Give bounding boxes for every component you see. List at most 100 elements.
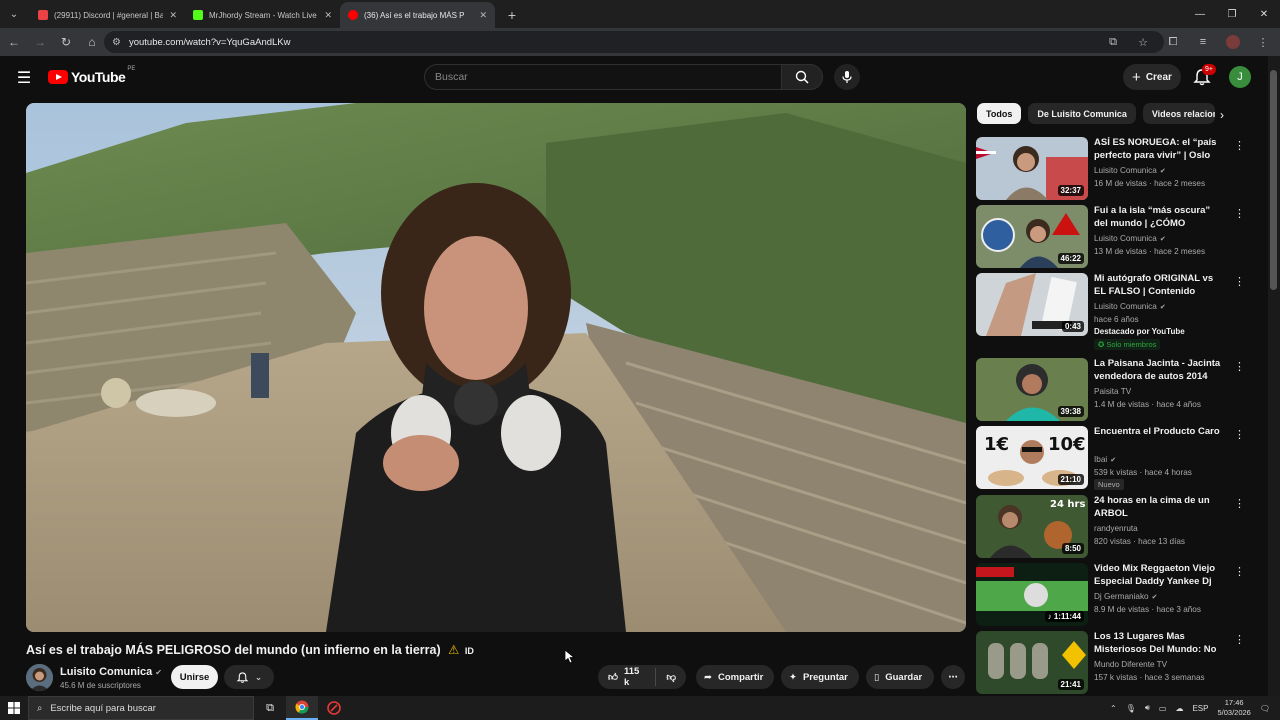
chip-from-channel[interactable]: De Luisito Comunica [1028,103,1136,124]
recommendation-channel[interactable]: Mundo Diferente TV [1094,660,1167,669]
cloud-icon[interactable]: ☁ [1175,704,1183,713]
video-player[interactable] [26,103,966,632]
search-input[interactable]: Buscar [424,64,782,90]
recommendation-item[interactable]: ♪ 1:11:44 Video Mix Reggaeton Viejo Espe… [976,563,1246,627]
clock[interactable]: 17:46 5/03/2026 [1217,698,1250,718]
more-vertical-icon[interactable]: ⋮ [1234,565,1245,578]
more-vertical-icon[interactable]: ⋮ [1234,428,1245,441]
recommendation-item[interactable]: 46:22 Fui a la isla “más oscura” del mun… [976,205,1246,269]
browser-menu-icon[interactable]: ⋮ [1252,31,1274,53]
save-label: Guardar [885,671,923,683]
subscription-bell-button[interactable]: ⌄ [224,665,274,689]
recommendation-item[interactable]: 24 hrs 8:50 24 horas en la cima de un AR… [976,495,1246,559]
more-vertical-icon[interactable]: ⋮ [1234,207,1245,220]
recommendation-title[interactable]: ASÍ ES NORUEGA: el “país perfecto para v… [1094,137,1222,162]
chip-all[interactable]: Todos [977,103,1022,124]
install-app-icon[interactable]: ⧉ [1102,31,1124,53]
recommendation-channel[interactable]: Luisito Comunica ✔ [1094,166,1166,175]
recommendation-channel[interactable]: Luisito Comunica ✔ [1094,234,1166,243]
chrome-taskbar-icon[interactable] [286,696,318,720]
recommendation-channel[interactable]: randyenruta [1094,524,1138,533]
back-icon[interactable]: ← [2,30,26,54]
account-avatar[interactable]: J [1229,66,1251,88]
channel-avatar[interactable] [26,664,53,691]
recommendation-channel[interactable]: Luisito Comunica ✔ [1094,302,1166,311]
notifications-icon[interactable]: 🗨︎ [1260,704,1270,713]
close-tab-icon[interactable]: ✕ [169,10,177,21]
close-tab-icon[interactable]: ✕ [324,10,332,21]
browser-tab-kick[interactable]: MrJhordy Stream - Watch Live ✕ [185,2,340,28]
scrollbar-thumb[interactable] [1270,70,1277,290]
share-button[interactable]: ➦ Compartir [696,665,774,689]
recommendation-item[interactable]: 32:37 ASÍ ES NORUEGA: el “país perfecto … [976,137,1246,201]
new-tab-button[interactable]: + [501,4,523,26]
more-vertical-icon[interactable]: ⋮ [1234,633,1245,646]
site-info-icon[interactable]: ⚙ [112,37,121,48]
recommendation-title[interactable]: Encuentra el Producto Caro [1094,426,1222,439]
video-thumbnail[interactable]: 39:38 [976,358,1088,421]
recommendation-item[interactable]: 0:43 Mi autógrafo ORIGINAL vs EL FALSO |… [976,273,1246,353]
bookmark-star-icon[interactable]: ☆ [1132,31,1154,53]
video-thumbnail[interactable]: ♪ 1:11:44 [976,563,1088,626]
recommendation-title[interactable]: 24 horas en la cima de un ARBOL [1094,495,1222,520]
hamburger-menu-icon[interactable]: ☰ [14,68,34,88]
video-thumbnail[interactable]: 24 hrs 8:50 [976,495,1088,558]
recommendation-title[interactable]: Video Mix Reggaeton Viejo Especial Daddy… [1094,563,1222,588]
recommendation-title[interactable]: Los 13 Lugares Mas Misteriosos Del Mundo… [1094,631,1222,656]
search-button[interactable] [781,64,823,90]
video-thumbnail[interactable]: 0:43 [976,273,1088,336]
home-icon[interactable]: ⌂ [80,30,104,54]
browser-tab-youtube[interactable]: (36) Así es el trabajo MÁS P ✕ [340,2,495,28]
like-button[interactable]: 👍︎ 115 k [598,666,657,688]
more-vertical-icon[interactable]: ⋮ [1234,360,1245,373]
recommendation-title[interactable]: Fui a la isla “más oscura” del mundo | ¿… [1094,205,1222,230]
join-button[interactable]: Unirse [171,665,218,689]
task-view-icon[interactable]: ⧉ [254,696,286,720]
channel-name[interactable]: Luisito Comunica ✔ [60,666,162,678]
recommendation-item[interactable]: 21:41 Los 13 Lugares Mas Misteriosos Del… [976,631,1246,695]
microphone-tray-icon[interactable]: 🎙︎ [1126,704,1136,713]
reading-list-icon[interactable]: ≡ [1192,31,1214,53]
save-button[interactable]: ▯ Guardar [866,665,934,689]
recommendation-channel[interactable]: Ibai ✔ [1094,455,1116,464]
network-icon[interactable]: ▭ [1159,704,1167,713]
extensions-icon[interactable]: ⧠ [1162,31,1184,53]
taskbar-search-input[interactable]: ⌕ Escribe aquí para buscar [28,696,254,720]
more-vertical-icon[interactable]: ⋮ [1234,139,1245,152]
youtube-logo[interactable]: YouTube PE [48,66,135,85]
more-vertical-icon[interactable]: ⋮ [1234,275,1245,288]
close-window-icon[interactable]: ✕ [1248,0,1280,28]
forward-icon[interactable]: → [28,30,52,54]
chip-related[interactable]: Videos relacionados [1142,103,1215,124]
recommendation-item[interactable]: 1€ 10€ 21:10 Encuentra el Producto Caro I… [976,426,1246,490]
video-thumbnail[interactable]: 21:41 [976,631,1088,694]
profile-icon[interactable] [1222,31,1244,53]
tab-search-button[interactable]: ⌄ [4,4,24,24]
recommendation-title[interactable]: Mi autógrafo ORIGINAL vs EL FALSO | Cont… [1094,273,1222,298]
close-tab-icon[interactable]: ✕ [479,10,487,21]
video-thumbnail[interactable]: 46:22 [976,205,1088,268]
more-actions-button[interactable]: ⋯ [941,665,965,689]
dislike-button[interactable]: 👎︎ [656,671,686,683]
browser-tab-discord[interactable]: (29911) Discord | #general | Ba ✕ [30,2,185,28]
recommendation-item[interactable]: 39:38 La Paisana Jacinta - Jacinta vende… [976,358,1246,422]
recommendation-channel[interactable]: Paisita TV [1094,387,1131,396]
address-bar[interactable]: ⚙ youtube.com/watch?v=YquGaAndLKw [104,31,1164,53]
video-thumbnail[interactable]: 1€ 10€ 21:10 [976,426,1088,489]
speaker-icon[interactable]: 🔊︎ [1145,703,1150,713]
create-button[interactable]: + Crear [1123,64,1181,90]
app-taskbar-icon[interactable] [318,696,350,720]
ask-button[interactable]: ✦ Preguntar [781,665,859,689]
windows-start-icon[interactable] [0,696,28,720]
video-thumbnail[interactable]: 32:37 [976,137,1088,200]
recommendation-title[interactable]: La Paisana Jacinta - Jacinta vendedora d… [1094,358,1222,383]
recommendation-channel[interactable]: Dj Germaniako ✔ [1094,592,1157,601]
voice-search-button[interactable] [834,64,860,90]
chevron-right-icon[interactable]: › [1220,108,1224,122]
more-vertical-icon[interactable]: ⋮ [1234,497,1245,510]
chevron-up-icon[interactable]: ⌃ [1110,704,1117,713]
minimize-icon[interactable]: — [1184,0,1216,28]
maximize-icon[interactable]: ❐ [1216,0,1248,28]
language-indicator[interactable]: ESP [1192,704,1208,713]
reload-icon[interactable]: ↻ [54,30,78,54]
